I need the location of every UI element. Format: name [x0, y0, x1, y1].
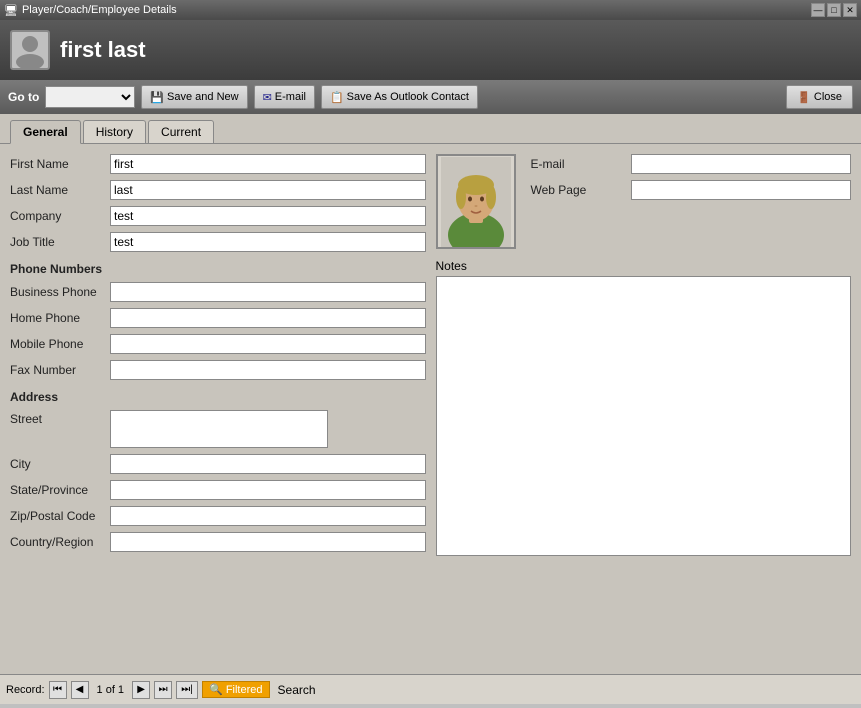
first-name-input[interactable]: [110, 154, 426, 174]
job-title-input[interactable]: [110, 232, 426, 252]
notes-textarea[interactable]: [436, 276, 852, 556]
main-content: First Name Last Name Company Job Title P…: [0, 144, 861, 674]
filter-icon: 🔍: [209, 684, 223, 696]
business-phone-row: Business Phone: [10, 282, 426, 302]
minimize-button[interactable]: —: [811, 3, 825, 17]
save-outlook-button[interactable]: 📋 Save As Outlook Contact: [321, 85, 478, 109]
last-name-label: Last Name: [10, 183, 110, 197]
window-close-button[interactable]: ✕: [843, 3, 857, 17]
street-input[interactable]: [110, 410, 328, 448]
right-panel: E-mail Web Page Notes: [436, 154, 852, 559]
header-icon: [10, 30, 50, 70]
web-page-input[interactable]: [631, 180, 852, 200]
company-label: Company: [10, 209, 110, 223]
country-input[interactable]: [110, 532, 426, 552]
toolbar: Go to 💾 Save and New ✉ E-mail 📋 Save As …: [0, 80, 861, 114]
zip-label: Zip/Postal Code: [10, 509, 110, 523]
email-button[interactable]: ✉ E-mail: [254, 85, 315, 109]
close-button[interactable]: 🚪 Close: [786, 85, 853, 109]
fax-number-input[interactable]: [110, 360, 426, 380]
city-label: City: [10, 457, 110, 471]
maximize-button[interactable]: □: [827, 3, 841, 17]
business-phone-label: Business Phone: [10, 285, 110, 299]
record-title: first last: [60, 37, 146, 63]
avatar-image: [441, 157, 511, 247]
photo-box: [436, 154, 516, 249]
prev-record-button[interactable]: ◀: [71, 681, 89, 699]
state-label: State/Province: [10, 483, 110, 497]
search-label: Search: [278, 683, 316, 697]
goto-label: Go to: [8, 90, 39, 104]
zip-input[interactable]: [110, 506, 426, 526]
save-new-button[interactable]: 💾 Save and New: [141, 85, 247, 109]
company-input[interactable]: [110, 206, 426, 226]
home-phone-label: Home Phone: [10, 311, 110, 325]
zip-row: Zip/Postal Code: [10, 506, 426, 526]
state-input[interactable]: [110, 480, 426, 500]
last-name-input[interactable]: [110, 180, 426, 200]
photo-contact-row: E-mail Web Page: [436, 154, 852, 249]
mobile-phone-input[interactable]: [110, 334, 426, 354]
header-area: first last: [0, 20, 861, 80]
last-name-row: Last Name: [10, 180, 426, 200]
status-bar: Record: ⏮ ◀ 1 of 1 ▶ ⏭ ⏭| 🔍 Filtered Sea…: [0, 674, 861, 704]
record-count: 1 of 1: [97, 684, 125, 696]
close-icon: 🚪: [797, 91, 811, 104]
job-title-label: Job Title: [10, 235, 110, 249]
city-row: City: [10, 454, 426, 474]
window-title: Player/Coach/Employee Details: [22, 4, 177, 16]
tab-current[interactable]: Current: [148, 120, 214, 143]
first-name-label: First Name: [10, 157, 110, 171]
fax-number-label: Fax Number: [10, 363, 110, 377]
person-icon: [12, 32, 48, 68]
street-row: Street: [10, 410, 426, 448]
outlook-icon: 📋: [330, 91, 344, 104]
web-page-row: Web Page: [531, 180, 852, 200]
app-icon: 🖥: [4, 4, 18, 17]
home-phone-row: Home Phone: [10, 308, 426, 328]
address-section-title: Address: [10, 390, 426, 404]
country-row: Country/Region: [10, 532, 426, 552]
save-new-icon: 💾: [150, 91, 164, 104]
end-record-button[interactable]: ⏭|: [176, 681, 198, 699]
email-icon: ✉: [263, 91, 272, 104]
email-input[interactable]: [631, 154, 852, 174]
notes-label: Notes: [436, 259, 852, 273]
country-label: Country/Region: [10, 535, 110, 549]
first-name-row: First Name: [10, 154, 426, 174]
phone-section-title: Phone Numbers: [10, 262, 426, 276]
company-row: Company: [10, 206, 426, 226]
tab-general[interactable]: General: [10, 120, 81, 144]
business-phone-input[interactable]: [110, 282, 426, 302]
last-record-button[interactable]: ⏭: [154, 681, 172, 699]
fax-number-row: Fax Number: [10, 360, 426, 380]
home-phone-input[interactable]: [110, 308, 426, 328]
goto-select[interactable]: [45, 86, 135, 108]
state-row: State/Province: [10, 480, 426, 500]
city-input[interactable]: [110, 454, 426, 474]
first-record-button[interactable]: ⏮: [49, 681, 67, 699]
street-label: Street: [10, 410, 110, 426]
email-row: E-mail: [531, 154, 852, 174]
email-web-fields: E-mail Web Page: [531, 154, 852, 249]
tab-history[interactable]: History: [83, 120, 146, 143]
next-record-button[interactable]: ▶: [132, 681, 150, 699]
title-bar: 🖥 Player/Coach/Employee Details — □ ✕: [0, 0, 861, 20]
web-page-label: Web Page: [531, 183, 631, 197]
email-label: E-mail: [531, 157, 631, 171]
filtered-badge: 🔍 Filtered: [202, 681, 269, 698]
record-label: Record:: [6, 684, 45, 696]
mobile-phone-label: Mobile Phone: [10, 337, 110, 351]
job-title-row: Job Title: [10, 232, 426, 252]
left-panel: First Name Last Name Company Job Title P…: [10, 154, 426, 559]
mobile-phone-row: Mobile Phone: [10, 334, 426, 354]
tab-bar: General History Current: [0, 114, 861, 144]
